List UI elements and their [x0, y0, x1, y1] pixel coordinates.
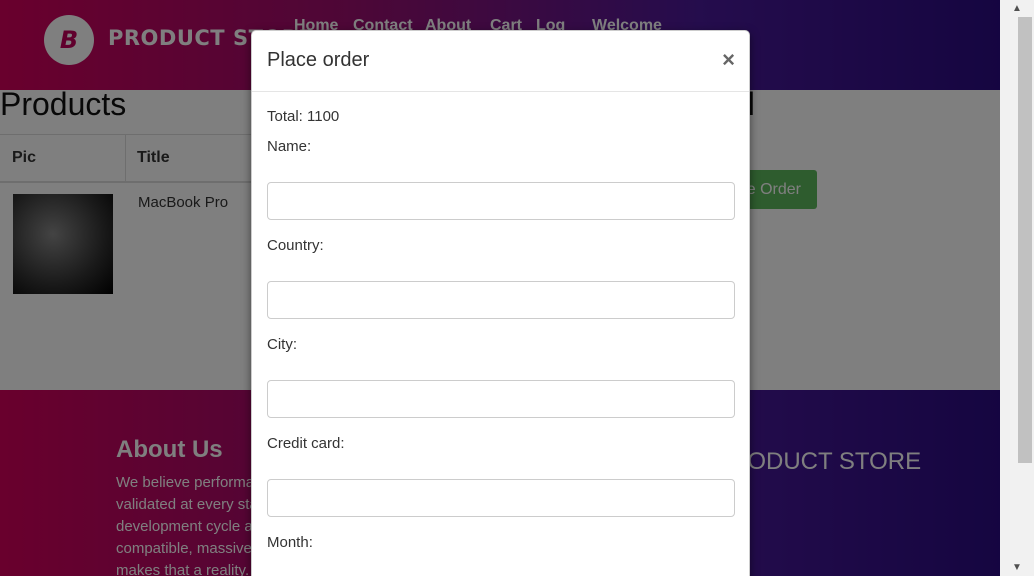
credit-card-label: Credit card: — [267, 435, 345, 452]
scroll-up-icon[interactable]: ▲ — [1000, 0, 1034, 17]
name-input[interactable] — [267, 182, 735, 220]
scrollbar-thumb[interactable] — [1018, 17, 1032, 463]
modal-header: Place order × — [252, 31, 749, 92]
country-label: Country: — [267, 237, 324, 254]
city-label: City: — [267, 336, 297, 353]
page: B PRODUCT STORE Home Contact About Cart … — [0, 0, 1000, 576]
close-icon[interactable]: × — [722, 47, 735, 73]
country-input[interactable] — [267, 281, 735, 319]
scroll-down-icon[interactable]: ▼ — [1000, 559, 1034, 576]
month-label: Month: — [267, 534, 313, 551]
order-total: Total: 1100 — [267, 108, 340, 125]
name-label: Name: — [267, 138, 312, 155]
place-order-modal: Place order × Total: 1100 Name: Country:… — [251, 30, 750, 576]
city-input[interactable] — [267, 380, 735, 418]
modal-title: Place order — [267, 49, 370, 71]
credit-card-input[interactable] — [267, 479, 735, 517]
